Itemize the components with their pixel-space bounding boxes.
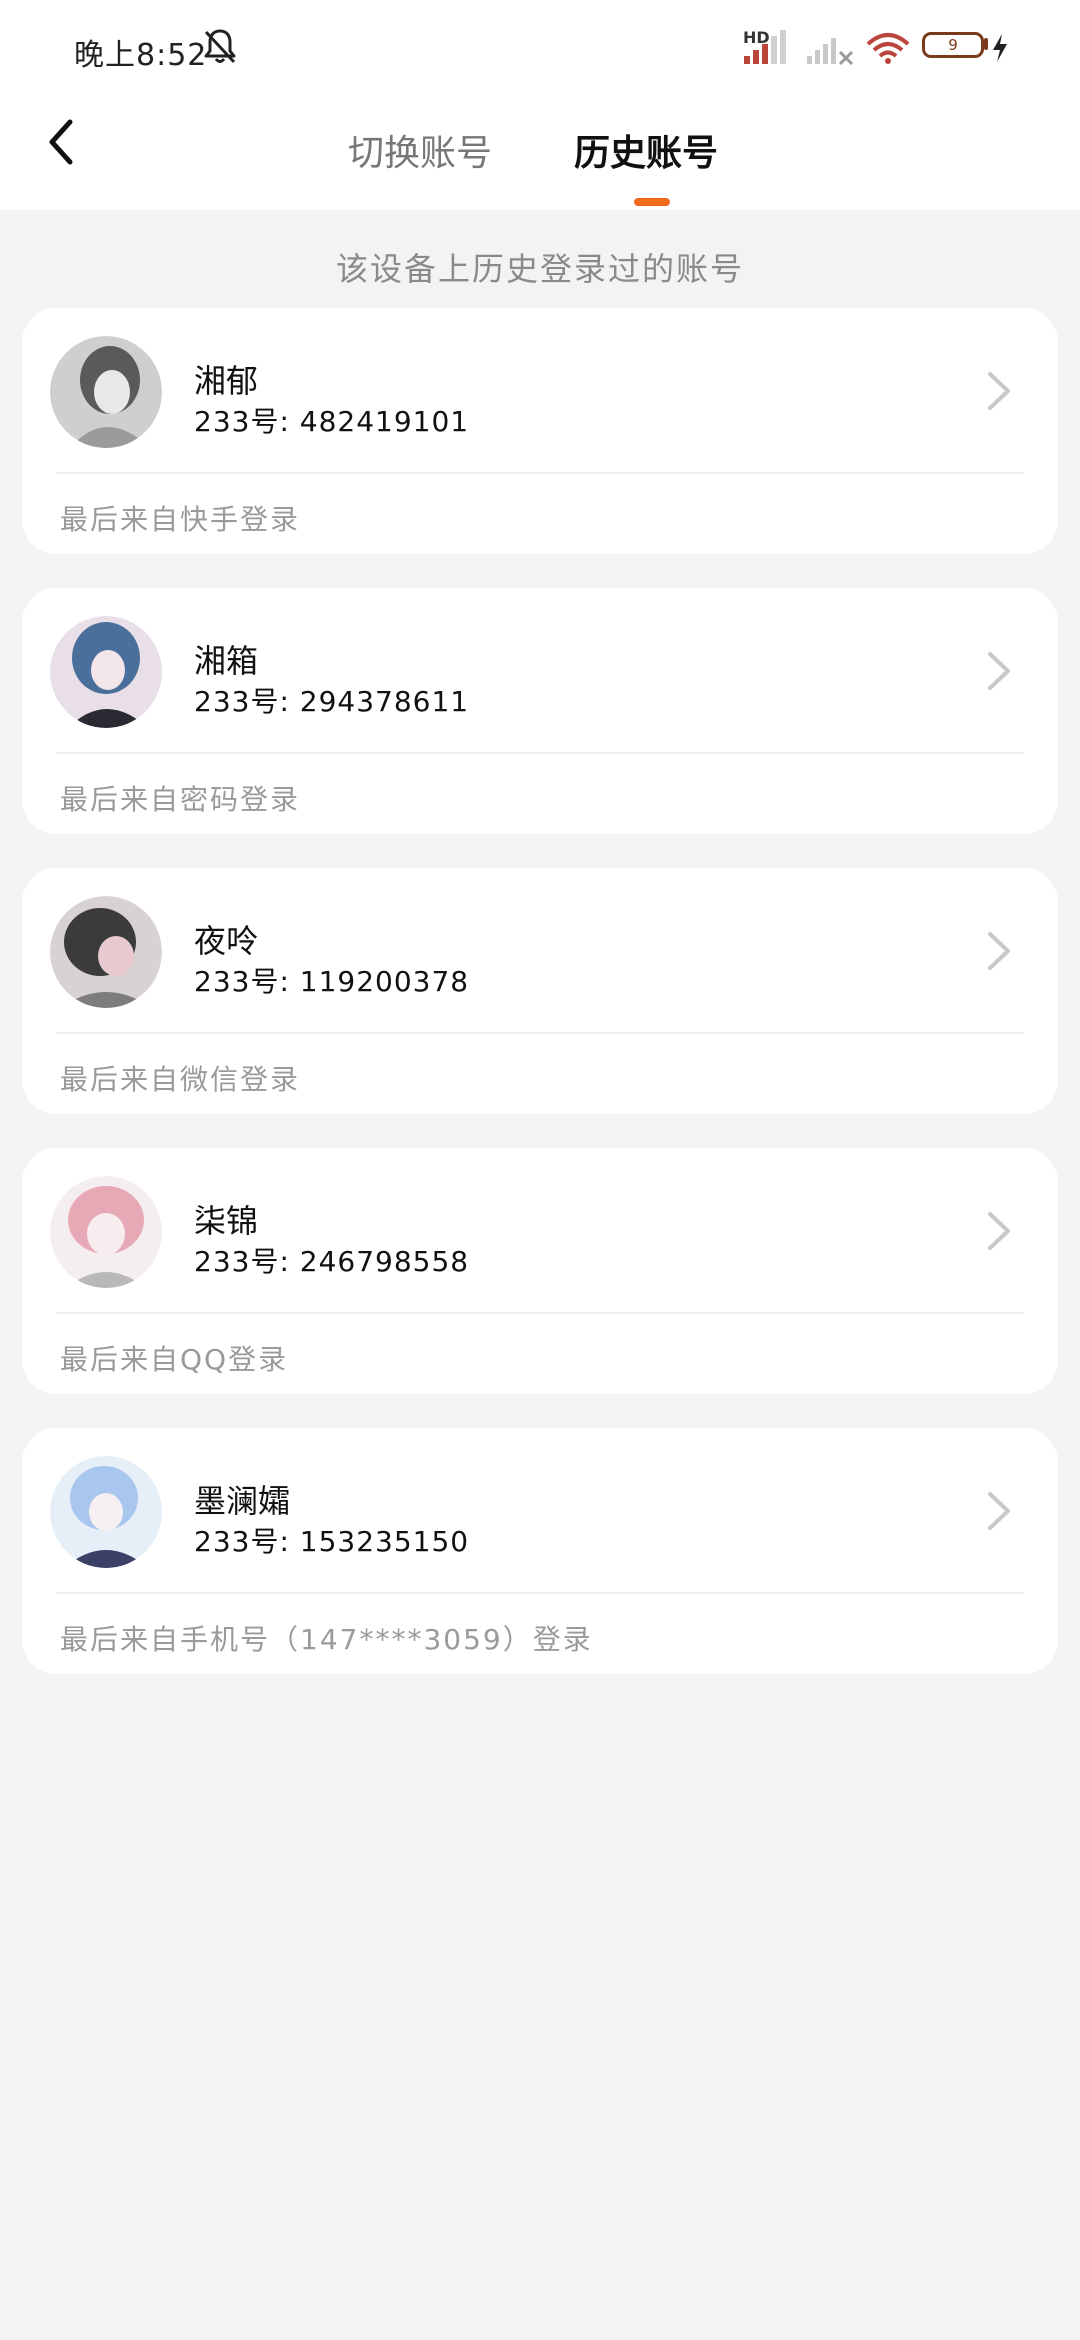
battery-level: 9 <box>948 36 958 54</box>
divider <box>56 1032 1024 1034</box>
avatar <box>50 1456 162 1568</box>
chevron-right-icon <box>988 372 1010 410</box>
last-login-source: 最后来自QQ登录 <box>60 1343 289 1376</box>
account-id: 233号: 119200378 <box>194 965 470 998</box>
top-bar: 晚上8:52 HD 9 切换账号 历史账号 <box>0 0 1080 210</box>
bell-off-icon <box>204 29 236 64</box>
avatar <box>50 896 162 1008</box>
account-card[interactable]: 湘郁 233号: 482419101 最后来自快手登录 <box>22 308 1058 554</box>
chevron-left-icon[interactable] <box>40 112 90 172</box>
last-login-source: 最后来自手机号（147****3059）登录 <box>60 1623 593 1656</box>
tab-history-account[interactable]: 历史账号 <box>574 130 718 178</box>
chevron-right-icon <box>988 1492 1010 1530</box>
section-subtitle: 该设备上历史登录过的账号 <box>335 250 744 288</box>
account-id: 233号: 482419101 <box>194 405 470 438</box>
account-card[interactable]: 湘箱 233号: 294378611 最后来自密码登录 <box>22 588 1058 834</box>
divider <box>56 1312 1024 1314</box>
account-card[interactable]: 夜呤 233号: 119200378 最后来自微信登录 <box>22 868 1058 1114</box>
wifi-icon <box>866 33 910 64</box>
tab-switch-account[interactable]: 切换账号 <box>348 130 492 178</box>
battery-icon: 9 <box>922 32 984 58</box>
account-history-page: 晚上8:52 HD 9 切换账号 历史账号 该设备上历史登录过的账号 湘郁 23… <box>0 0 1080 2340</box>
divider <box>56 1592 1024 1594</box>
account-card[interactable]: 柒锦 233号: 246798558 最后来自QQ登录 <box>22 1148 1058 1394</box>
account-id: 233号: 294378611 <box>194 685 470 718</box>
chevron-right-icon <box>988 932 1010 970</box>
avatar <box>50 616 162 728</box>
account-id: 233号: 246798558 <box>194 1245 470 1278</box>
signal-no-service-icon <box>807 38 854 66</box>
avatar <box>50 1176 162 1288</box>
battery-cap <box>984 38 988 50</box>
status-time: 晚上8:52 <box>74 38 208 73</box>
chevron-right-icon <box>988 1212 1010 1250</box>
status-bar: 晚上8:52 HD 9 <box>0 0 1080 90</box>
divider <box>56 472 1024 474</box>
header: 切换账号 历史账号 <box>0 90 1080 210</box>
account-name: 湘箱 <box>194 642 259 680</box>
charging-icon <box>993 34 1007 62</box>
avatar <box>50 336 162 448</box>
account-id: 233号: 153235150 <box>194 1525 470 1558</box>
divider <box>56 752 1024 754</box>
account-name: 柒锦 <box>194 1202 259 1240</box>
last-login-source: 最后来自微信登录 <box>60 1063 301 1096</box>
account-name: 墨澜孀 <box>194 1482 291 1520</box>
last-login-source: 最后来自快手登录 <box>60 503 301 536</box>
chevron-right-icon <box>988 652 1010 690</box>
signal-hd-icon: HD <box>740 28 790 66</box>
active-tab-indicator <box>634 198 670 206</box>
last-login-source: 最后来自密码登录 <box>60 783 301 816</box>
account-name: 湘郁 <box>194 362 259 400</box>
account-card[interactable]: 墨澜孀 233号: 153235150 最后来自手机号（147****3059）… <box>22 1428 1058 1674</box>
account-name: 夜呤 <box>194 922 259 960</box>
